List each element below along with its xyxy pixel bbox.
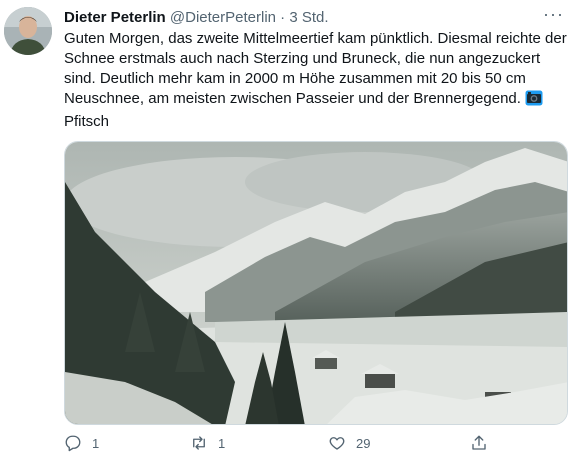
author-name[interactable]: Dieter Peterlin <box>64 9 166 26</box>
camera-icon <box>525 90 543 112</box>
tweet-photo[interactable] <box>64 141 568 425</box>
like-button[interactable]: 29 <box>328 434 370 452</box>
share-icon <box>472 435 486 450</box>
more-options-button[interactable]: ··· <box>543 5 564 23</box>
separator-dot: · <box>280 9 286 26</box>
share-button[interactable] <box>470 434 488 452</box>
reply-icon <box>65 435 81 452</box>
reply-button[interactable]: 1 <box>64 434 99 452</box>
retweet-icon <box>193 436 205 450</box>
retweet-count: 1 <box>218 435 226 451</box>
avatar-photo <box>4 7 52 55</box>
reply-count: 1 <box>92 435 100 451</box>
snowy-valley-photo <box>65 142 567 424</box>
like-count: 29 <box>356 435 371 451</box>
timestamp[interactable]: 3 Std. <box>289 9 328 26</box>
author-handle[interactable]: @DieterPeterlin <box>170 9 276 26</box>
like-icon <box>329 437 345 450</box>
tweet-text: Guten Morgen, das zweite Mittelmeertief … <box>64 29 569 132</box>
tweet-header: Dieter Peterlin @DieterPeterlin · 3 Std. <box>64 8 329 27</box>
retweet-button[interactable]: 1 <box>190 434 225 452</box>
avatar[interactable] <box>4 7 52 55</box>
tweet-actions: 1 1 29 <box>64 434 568 458</box>
tweet-text-end: Pfitsch <box>64 113 110 130</box>
tweet-body: Guten Morgen, das zweite Mittelmeertief … <box>64 30 571 107</box>
